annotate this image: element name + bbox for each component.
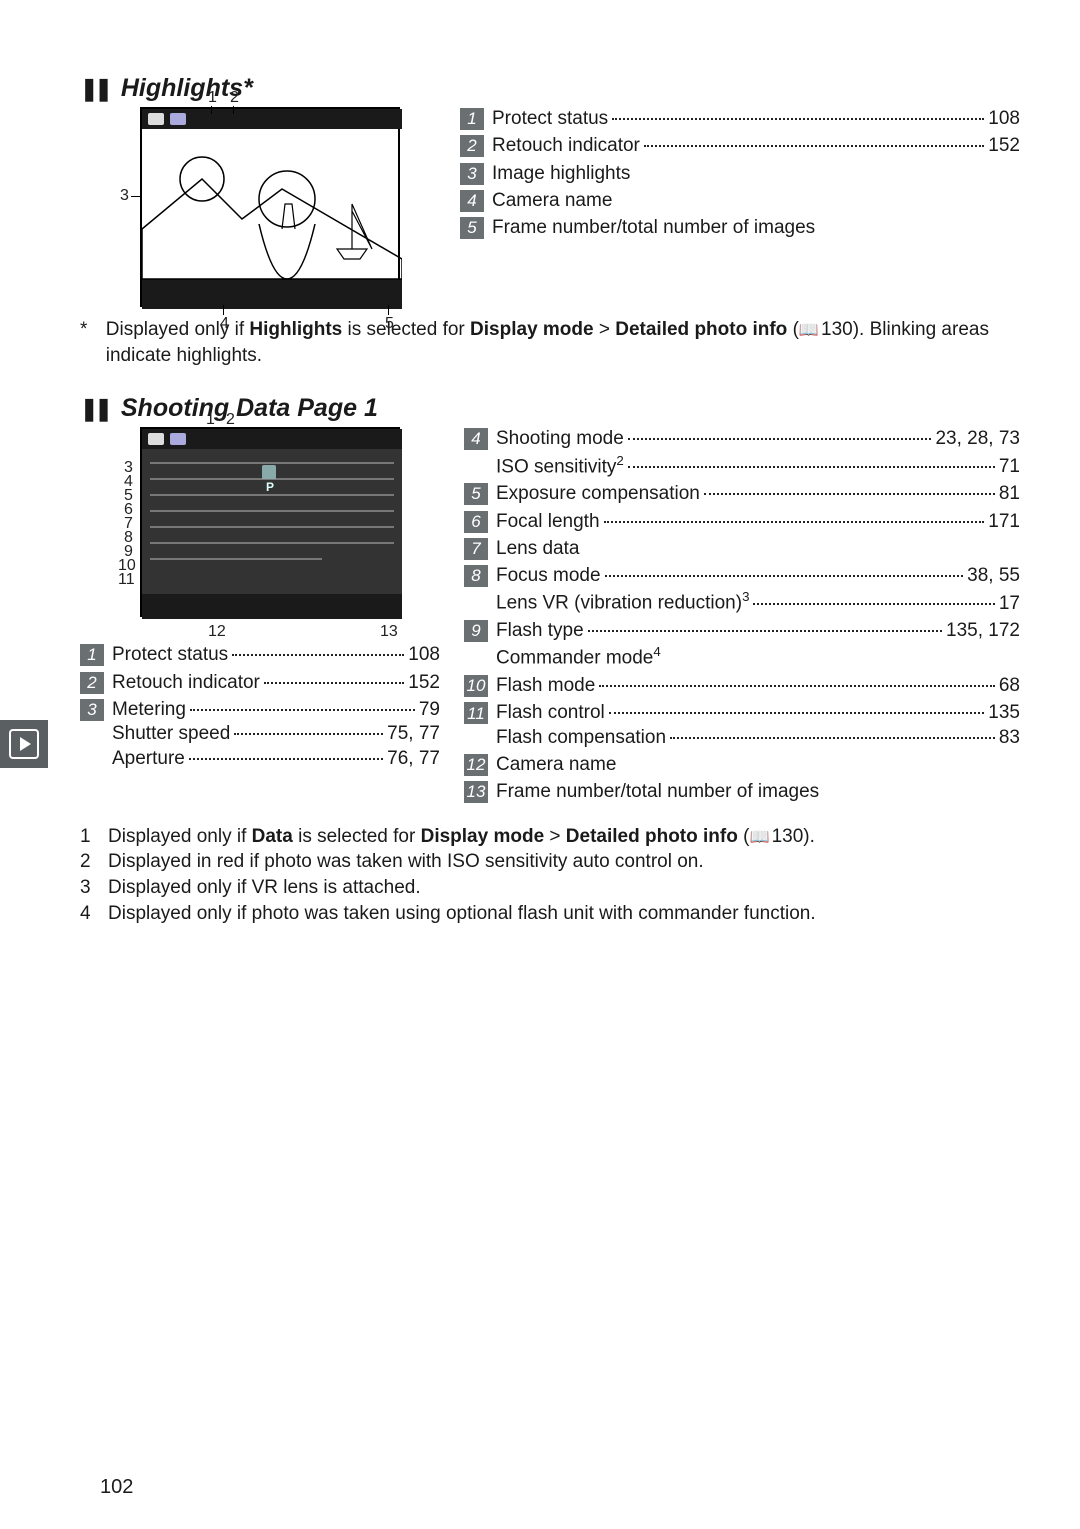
manual-page: Highlights* bbox=[0, 0, 1080, 1529]
page-number: 102 bbox=[100, 1476, 133, 1499]
shooting-footnotes: 1 Displayed only if Data is selected for… bbox=[80, 824, 1020, 927]
svg-text:P: P bbox=[266, 480, 274, 494]
callout-5: 5 bbox=[385, 315, 394, 333]
shooting-legend-right: 4 Shooting mode23, 28, 73 ISO sensitivit… bbox=[464, 427, 1020, 807]
callout-1: 1 bbox=[208, 89, 217, 107]
playback-tab-icon bbox=[0, 720, 48, 768]
shooting-illustration: P 1 2 3 4 5 6 7 8 9 10 11 12 13 bbox=[80, 427, 420, 617]
highlights-heading: Highlights* bbox=[80, 74, 1020, 103]
highlights-legend: 1 Protect status108 2 Retouch indicator1… bbox=[460, 107, 1020, 244]
shooting-heading: Shooting Data Page 1 bbox=[80, 394, 1020, 423]
section-shooting: Shooting Data Page 1 bbox=[80, 394, 1020, 926]
shooting-legend-left: 1 Protect status108 2 Retouch indicator1… bbox=[80, 643, 440, 771]
callout-4: 4 bbox=[220, 315, 229, 333]
shooting-title: Shooting Data Page 1 bbox=[121, 394, 378, 423]
section-highlights: Highlights* bbox=[80, 74, 1020, 368]
highlights-illustration: 1 2 3 4 5 bbox=[80, 107, 420, 307]
callout-3: 3 bbox=[120, 187, 129, 205]
callout-2: 2 bbox=[230, 89, 239, 107]
